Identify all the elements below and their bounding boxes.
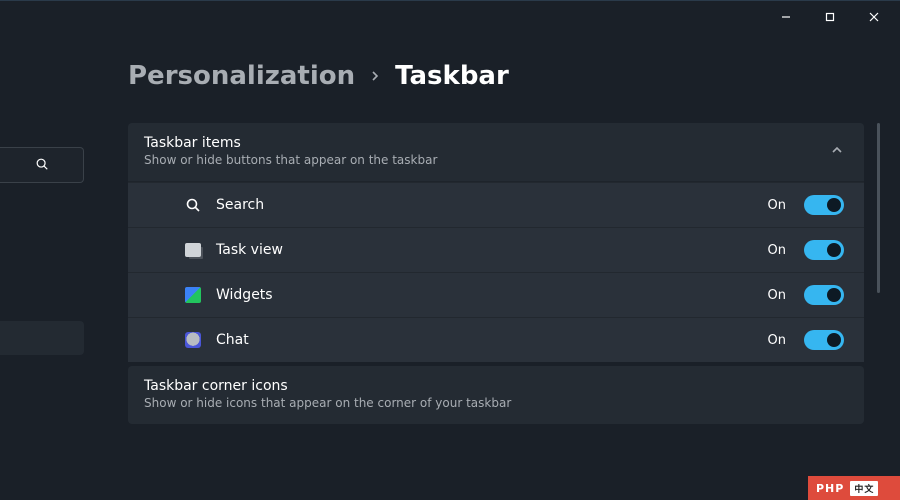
window-titlebar [0,1,900,33]
section-title: Taskbar corner icons [144,378,844,394]
section-title: Taskbar items [144,135,818,151]
row-label: Chat [216,332,754,348]
watermark-cn-icon: 中文 [850,481,878,496]
minimize-button[interactable] [764,3,808,31]
section-subtitle: Show or hide buttons that appear on the … [144,153,818,167]
row-task-view: Task view On [128,227,864,272]
settings-window: Personalization Taskbar Taskbar items Sh… [0,0,900,500]
toggle-chat[interactable] [804,330,844,350]
search-stub[interactable] [0,147,84,183]
scrollbar[interactable] [877,123,880,293]
content-area: Taskbar items Show or hide buttons that … [128,123,882,500]
widgets-icon [184,286,202,304]
maximize-button[interactable] [808,3,852,31]
watermark-text: PHP [816,482,844,495]
toggle-state: On [768,288,786,303]
row-widgets: Widgets On [128,272,864,317]
row-label: Widgets [216,287,754,303]
chevron-right-icon [369,67,381,86]
section-taskbar-items: Taskbar items Show or hide buttons that … [128,123,864,362]
sidebar-nav-stub[interactable] [0,321,84,355]
chat-icon [184,331,202,349]
search-icon [184,196,202,214]
watermark-badge: PHP 中文 [808,476,900,500]
row-chat: Chat On [128,317,864,362]
toggle-task-view[interactable] [804,240,844,260]
section-subtitle: Show or hide icons that appear on the co… [144,396,844,410]
row-label: Task view [216,242,754,258]
chevron-up-icon [830,142,844,161]
toggle-state: On [768,333,786,348]
breadcrumb-current: Taskbar [395,61,509,91]
close-button[interactable] [852,3,896,31]
toggle-state: On [768,198,786,213]
toggle-search[interactable] [804,195,844,215]
toggle-widgets[interactable] [804,285,844,305]
breadcrumb-parent[interactable]: Personalization [128,61,355,91]
row-label: Search [216,197,754,213]
toggle-state: On [768,243,786,258]
row-search: Search On [128,182,864,227]
search-icon [35,156,49,175]
section-header-taskbar-items[interactable]: Taskbar items Show or hide buttons that … [128,123,864,182]
taskview-icon [184,241,202,259]
breadcrumb: Personalization Taskbar [0,33,900,115]
section-taskbar-corner-icons: Taskbar corner icons Show or hide icons … [128,366,864,424]
section-header-corner-icons[interactable]: Taskbar corner icons Show or hide icons … [128,366,864,424]
